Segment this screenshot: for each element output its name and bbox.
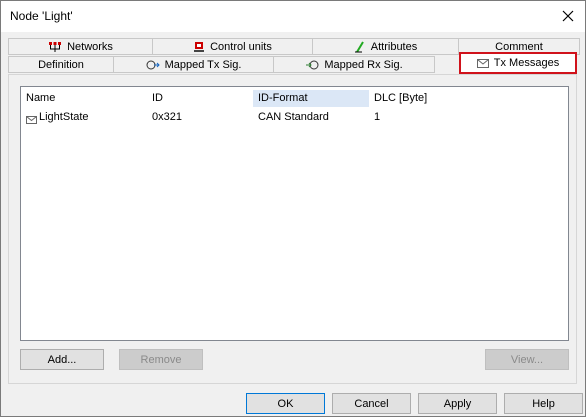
tab-label: Definition — [38, 58, 84, 71]
window-title: Node 'Light' — [10, 9, 73, 23]
mapped-rx-icon — [305, 59, 319, 71]
tab-mapped-tx-sig[interactable]: Mapped Tx Sig. — [113, 56, 274, 73]
tab-control-units[interactable]: Control units — [152, 38, 313, 55]
column-header-dlc[interactable]: DLC [Byte] — [369, 90, 489, 107]
title-bar: Node 'Light' — [1, 1, 585, 32]
tab-mapped-rx-sig[interactable]: Mapped Rx Sig. — [273, 56, 435, 73]
envelope-icon — [26, 112, 37, 128]
mapped-tx-icon — [146, 59, 160, 71]
row-id: 0x321 — [152, 111, 182, 123]
envelope-icon — [476, 58, 489, 68]
attributes-icon — [354, 40, 366, 53]
ok-button[interactable]: OK — [246, 393, 325, 414]
tx-messages-list[interactable]: Name ID ID-Format DLC [Byte] LightState … — [20, 86, 569, 341]
column-header-id-format[interactable]: ID-Format — [253, 90, 369, 107]
close-button[interactable] — [557, 5, 579, 27]
tab-tx-messages[interactable]: Tx Messages — [459, 52, 577, 74]
tab-definition[interactable]: Definition — [8, 56, 114, 73]
tab-label: Attributes — [370, 40, 418, 53]
row-dlc: 1 — [374, 111, 381, 123]
add-button[interactable]: Add... — [20, 349, 104, 370]
control-units-icon — [193, 41, 205, 53]
tab-label: Tx Messages — [493, 57, 560, 69]
view-button[interactable]: View... — [485, 349, 569, 370]
tab-label: Networks — [67, 40, 113, 53]
row-id-format: CAN Standard — [258, 111, 329, 123]
tab-networks[interactable]: Networks — [8, 38, 153, 55]
tab-label: Control units — [210, 40, 272, 53]
remove-button[interactable]: Remove — [119, 349, 203, 370]
close-icon — [562, 10, 574, 22]
tab-label: Mapped Tx Sig. — [164, 58, 242, 71]
column-header-name[interactable]: Name — [21, 90, 147, 107]
column-header-id[interactable]: ID — [147, 90, 253, 107]
cancel-button[interactable]: Cancel — [332, 393, 411, 414]
tab-label: Mapped Rx Sig. — [324, 58, 403, 71]
tab-label: Comment — [495, 40, 543, 53]
networks-icon — [48, 41, 62, 53]
help-button[interactable]: Help — [504, 393, 583, 414]
dialog-window: Node 'Light' Networks Control units Attr… — [0, 0, 586, 417]
apply-button[interactable]: Apply — [418, 393, 497, 414]
tab-attributes[interactable]: Attributes — [312, 38, 459, 55]
row-name: LightState — [39, 111, 89, 123]
